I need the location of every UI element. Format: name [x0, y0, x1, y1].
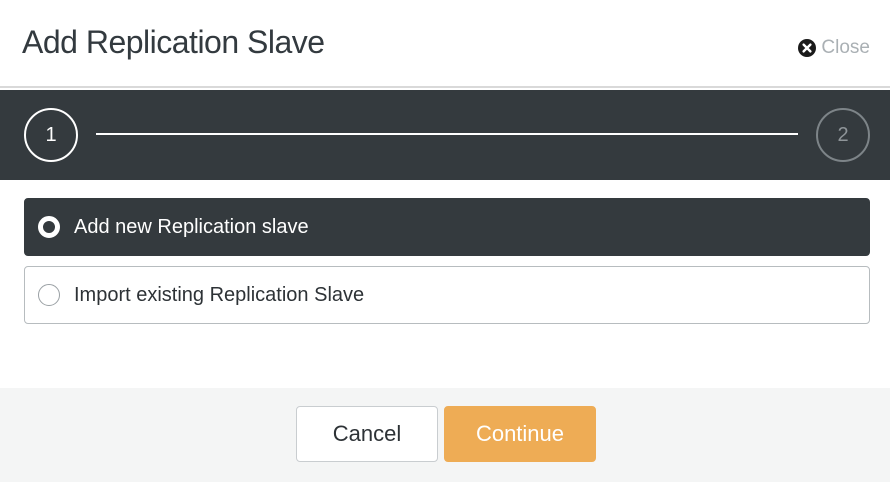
- step-2-label: 2: [837, 123, 849, 146]
- close-circle-icon: [798, 39, 817, 57]
- dialog-footer: Cancel Continue: [0, 388, 890, 482]
- close-label: Close: [821, 37, 870, 58]
- radio-add-new-slave[interactable]: [38, 216, 60, 238]
- close-button[interactable]: Close: [798, 37, 870, 59]
- wizard-stepper: 1 2: [0, 90, 890, 180]
- option-add-new-slave[interactable]: Add new Replication slave: [24, 198, 870, 256]
- dialog-header: Add Replication Slave Close: [0, 0, 890, 88]
- continue-button[interactable]: Continue: [444, 406, 596, 462]
- step-1-label: 1: [45, 123, 57, 146]
- option-import-existing-slave-label: Import existing Replication Slave: [74, 283, 365, 306]
- dialog-title: Add Replication Slave: [22, 24, 325, 60]
- option-add-new-slave-label: Add new Replication slave: [74, 215, 309, 238]
- radio-selected-dot: [43, 221, 55, 233]
- step-1-indicator: 1: [24, 108, 78, 162]
- option-import-existing-slave[interactable]: Import existing Replication Slave: [24, 266, 870, 324]
- radio-import-existing-slave[interactable]: [38, 284, 60, 306]
- add-replication-slave-dialog: Add Replication Slave Close 1 2 Add new …: [0, 0, 890, 482]
- cancel-button[interactable]: Cancel: [296, 406, 438, 462]
- step-2-indicator: 2: [816, 108, 870, 162]
- step-connector-line: [96, 133, 798, 135]
